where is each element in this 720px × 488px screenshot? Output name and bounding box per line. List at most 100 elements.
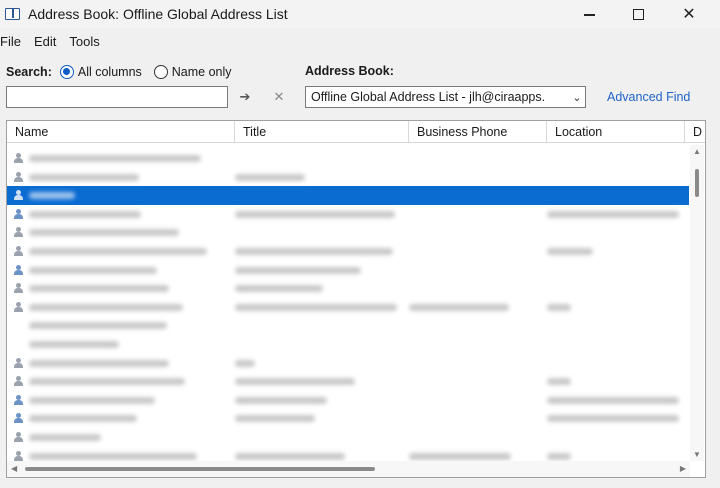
name-cell-redacted bbox=[29, 192, 75, 200]
maximize-icon[interactable] bbox=[615, 0, 661, 28]
contact-icon bbox=[13, 153, 24, 164]
table-row[interactable] bbox=[7, 242, 689, 261]
scroll-left-icon[interactable]: ◀ bbox=[11, 464, 17, 473]
close-icon[interactable]: ✕ bbox=[666, 0, 712, 28]
location-cell-redacted bbox=[547, 248, 593, 255]
name-cell-redacted bbox=[29, 266, 157, 274]
vertical-scrollbar[interactable]: ▲ ▼ bbox=[690, 145, 704, 461]
menu-file[interactable]: File bbox=[0, 34, 28, 49]
contact-icon bbox=[13, 357, 24, 369]
title-cell-redacted bbox=[235, 248, 393, 255]
radio-checked-icon[interactable] bbox=[59, 65, 74, 79]
location-cell-redacted bbox=[547, 415, 679, 423]
table-row[interactable] bbox=[7, 316, 689, 335]
window-title: Address Book: Offline Global Address Lis… bbox=[28, 6, 288, 22]
table-row[interactable] bbox=[7, 168, 689, 187]
minimize-icon[interactable] bbox=[566, 0, 612, 28]
advanced-find-link[interactable]: Advanced Find bbox=[607, 90, 690, 104]
arrow-right-icon[interactable]: ➔ bbox=[236, 88, 254, 106]
menu-tools[interactable]: Tools bbox=[69, 34, 106, 49]
column-header: Name Title Business Phone Location D bbox=[7, 121, 705, 143]
location-cell-redacted bbox=[547, 396, 679, 404]
title-cell-redacted bbox=[235, 359, 255, 367]
contact-icon bbox=[13, 246, 24, 257]
column-business-phone[interactable]: Business Phone bbox=[409, 121, 547, 143]
radio-all-columns[interactable]: All columns bbox=[59, 65, 142, 79]
radio-unchecked-icon[interactable] bbox=[153, 65, 168, 79]
search-input[interactable] bbox=[6, 86, 228, 108]
name-cell-redacted bbox=[29, 359, 169, 367]
horizontal-scrollbar[interactable]: ◀ ▶ bbox=[7, 461, 690, 477]
table-row[interactable] bbox=[7, 205, 689, 224]
location-cell-redacted bbox=[547, 452, 571, 460]
table-row[interactable] bbox=[7, 409, 689, 428]
name-cell-redacted bbox=[29, 155, 201, 162]
name-cell-redacted bbox=[29, 173, 139, 181]
menu-bar: File Edit Tools bbox=[0, 30, 113, 52]
column-department[interactable]: D bbox=[685, 121, 705, 143]
contact-icon bbox=[13, 227, 24, 238]
clear-x-icon[interactable]: ✕ bbox=[270, 88, 288, 106]
title-cell-redacted bbox=[235, 452, 345, 460]
phone-cell-redacted bbox=[409, 303, 509, 311]
table-row[interactable] bbox=[7, 261, 689, 280]
scroll-down-icon[interactable]: ▼ bbox=[693, 450, 701, 459]
name-cell-redacted bbox=[29, 210, 141, 218]
scroll-thumb[interactable] bbox=[695, 169, 699, 197]
name-cell-redacted bbox=[29, 415, 137, 423]
title-cell-redacted bbox=[235, 266, 361, 274]
name-cell-redacted bbox=[29, 322, 167, 330]
contact-icon bbox=[13, 301, 24, 313]
table-row[interactable] bbox=[7, 279, 689, 298]
contact-icon bbox=[13, 394, 24, 406]
name-cell-redacted bbox=[29, 248, 207, 255]
contact-icon bbox=[13, 190, 24, 201]
radio-name-only[interactable]: Name only bbox=[153, 65, 232, 79]
contact-icon bbox=[13, 432, 24, 443]
table-row[interactable] bbox=[7, 149, 689, 168]
table-row[interactable] bbox=[7, 298, 689, 317]
column-title[interactable]: Title bbox=[235, 121, 409, 143]
address-book-icon bbox=[4, 6, 22, 22]
address-book-label: Address Book: bbox=[305, 64, 394, 78]
contact-icon bbox=[13, 283, 24, 294]
table-row[interactable] bbox=[7, 372, 689, 391]
table-row[interactable] bbox=[7, 335, 689, 354]
title-cell-redacted bbox=[235, 210, 395, 218]
scroll-right-icon[interactable]: ▶ bbox=[680, 464, 686, 473]
address-book-dropdown[interactable]: Offline Global Address List - jlh@ciraap… bbox=[305, 86, 586, 108]
hscroll-thumb[interactable] bbox=[25, 467, 375, 471]
title-cell-redacted bbox=[235, 173, 305, 181]
scroll-up-icon[interactable]: ▲ bbox=[693, 147, 701, 156]
phone-cell-redacted bbox=[409, 452, 511, 460]
chevron-down-icon[interactable]: ⌄ bbox=[569, 91, 585, 104]
table-row[interactable] bbox=[7, 223, 689, 242]
contact-icon bbox=[13, 450, 24, 462]
radio-all-columns-label: All columns bbox=[77, 65, 142, 79]
name-cell-redacted bbox=[29, 434, 101, 441]
name-cell-redacted bbox=[29, 341, 119, 348]
contact-icon bbox=[13, 413, 24, 424]
address-list[interactable]: Name Title Business Phone Location D ▲ ▼… bbox=[6, 120, 706, 478]
column-location[interactable]: Location bbox=[547, 121, 685, 143]
contact-icon bbox=[13, 208, 24, 220]
title-bar: Address Book: Offline Global Address Lis… bbox=[0, 0, 720, 28]
name-cell-redacted bbox=[29, 303, 183, 311]
table-row-selected[interactable] bbox=[7, 186, 689, 205]
title-cell-redacted bbox=[235, 415, 315, 423]
address-book-value: Offline Global Address List - jlh@ciraap… bbox=[311, 90, 546, 104]
contact-icon bbox=[13, 171, 24, 183]
table-row[interactable] bbox=[7, 391, 689, 410]
name-cell-redacted bbox=[29, 378, 185, 386]
name-cell-redacted bbox=[29, 285, 169, 293]
search-label: Search: bbox=[6, 65, 52, 79]
title-cell-redacted bbox=[235, 396, 327, 404]
column-name[interactable]: Name bbox=[7, 121, 235, 143]
name-cell-redacted bbox=[29, 396, 155, 404]
name-cell-redacted bbox=[29, 229, 179, 237]
contact-icon bbox=[13, 264, 24, 276]
table-row[interactable] bbox=[7, 428, 689, 447]
table-row[interactable] bbox=[7, 354, 689, 373]
location-cell-redacted bbox=[547, 303, 571, 311]
menu-edit[interactable]: Edit bbox=[34, 34, 63, 49]
